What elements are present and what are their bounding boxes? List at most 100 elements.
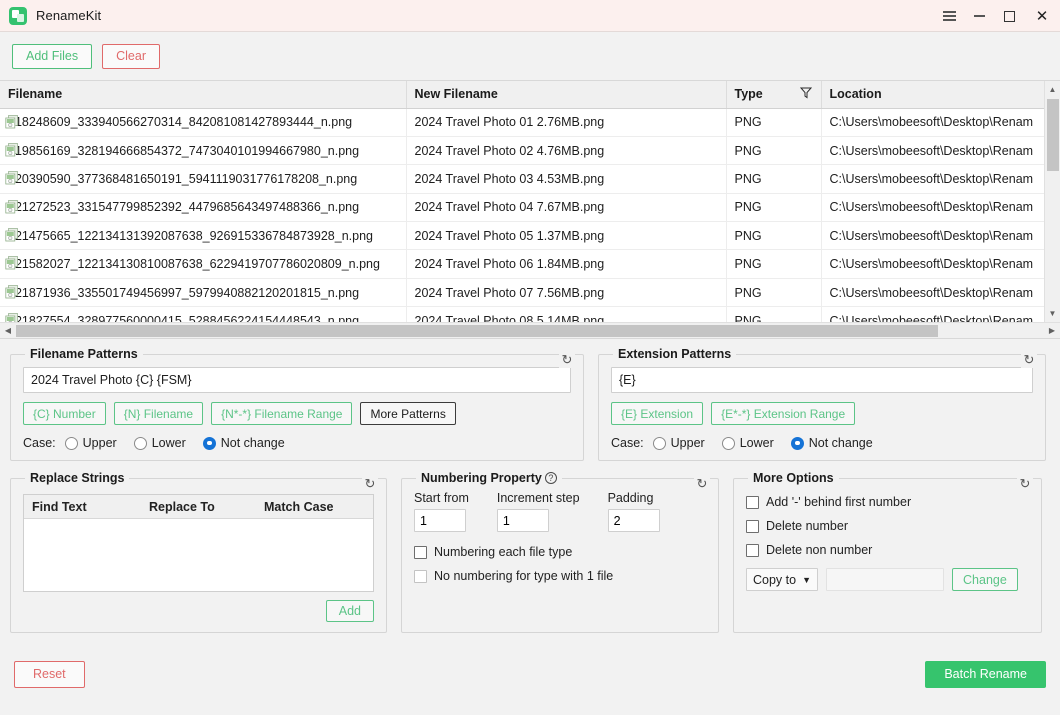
tag-n-filename[interactable]: {N} Filename <box>113 402 204 425</box>
start-from-input[interactable] <box>414 509 466 532</box>
extension-case-upper[interactable]: Upper <box>652 436 705 450</box>
filename-patterns-title: Filename Patterns <box>30 347 138 361</box>
add-replace-button[interactable]: Add <box>325 600 374 622</box>
chevron-down-icon: ▼ <box>802 574 812 585</box>
no-numbering-single-file-row[interactable]: No numbering for type with 1 file <box>414 569 706 583</box>
table-row[interactable]: 420390590_377368481650191_59411190317761… <box>0 164 1045 194</box>
cell-filename: 421272523_331547799852392_44796856434974… <box>0 193 407 223</box>
reset-button[interactable]: Reset <box>14 660 85 688</box>
cell-filename: 420390590_377368481650191_59411190317761… <box>0 164 407 194</box>
batch-rename-button[interactable]: Batch Rename <box>925 660 1046 688</box>
table-row[interactable]: 421272523_331547799852392_44796856434974… <box>0 193 1045 223</box>
image-file-icon <box>5 228 20 243</box>
cell-location: C:\Users\mobeesoft\Desktop\Renam <box>821 164 1045 194</box>
numbering-each-file-type-row[interactable]: Numbering each file type <box>414 545 706 559</box>
scroll-right-icon[interactable]: ▶ <box>1044 326 1060 335</box>
extension-case-lower[interactable]: Lower <box>721 436 774 450</box>
horizontal-scrollbar[interactable]: ◀ ▶ <box>0 322 1060 338</box>
image-file-icon <box>5 284 20 300</box>
cell-new-filename: 2024 Travel Photo 06 1.84MB.png <box>406 249 727 279</box>
maximize-icon <box>1003 10 1015 22</box>
filter-icon[interactable] <box>799 87 812 102</box>
extension-case-label: Case: <box>611 436 644 450</box>
cell-location: C:\Users\mobeesoft\Desktop\Renam <box>821 108 1045 137</box>
radio-icon <box>652 436 666 450</box>
replace-column-find-text: Find Text <box>32 499 87 514</box>
vertical-scroll-thumb[interactable] <box>1046 99 1059 171</box>
padding-field: Padding <box>607 491 660 532</box>
more-options-panel: More Options ↻ Add '-' behind first numb… <box>733 471 1042 633</box>
table-row[interactable]: 418248609_333940566270314_84208108142789… <box>0 108 1045 137</box>
extension-patterns-refresh-icon[interactable]: ↻ <box>1021 352 1037 368</box>
filename-text: 421272523_331547799852392_44796856434974… <box>8 200 360 215</box>
increment-step-field: Increment step <box>496 491 580 532</box>
extension-case-row: Case: Upper Lower Not change <box>611 436 1033 450</box>
table-row[interactable]: 421475665_122134131392087638_92691533678… <box>0 221 1045 251</box>
footer-bar: Reset Batch Rename <box>0 633 1060 715</box>
delete-non-number-row[interactable]: Delete non number <box>746 543 1029 557</box>
vertical-scrollbar[interactable]: ▲ ▼ <box>1044 81 1060 322</box>
cell-new-filename: 2024 Travel Photo 02 4.76MB.png <box>406 136 727 166</box>
table-row[interactable]: 421582027_122134130810087638_62294197077… <box>0 249 1045 279</box>
numbering-refresh-icon[interactable]: ↻ <box>694 476 710 492</box>
tag-extension-range[interactable]: {E*-*} Extension Range <box>711 402 856 425</box>
increment-step-input[interactable] <box>496 509 549 532</box>
tag-e-extension[interactable]: {E} Extension <box>611 402 704 425</box>
copy-to-path-input[interactable] <box>826 568 945 591</box>
column-header-location[interactable]: Location <box>821 81 1045 109</box>
maximize-button[interactable] <box>994 0 1024 32</box>
file-table-header-row: Filename New Filename Type Location <box>0 81 1045 109</box>
copy-to-row: Copy to ▼ Change <box>746 568 1029 591</box>
toolbar: Add Files Clear <box>0 32 1060 80</box>
scroll-left-icon[interactable]: ◀ <box>0 326 16 335</box>
filename-case-lower[interactable]: Lower <box>133 436 186 450</box>
filename-pattern-input[interactable] <box>23 367 571 393</box>
delete-number-row[interactable]: Delete number <box>746 519 1029 533</box>
image-file-icon <box>5 199 20 215</box>
filename-patterns-refresh-icon[interactable]: ↻ <box>559 352 575 368</box>
filename-case-not-change[interactable]: Not change <box>202 436 285 450</box>
table-row[interactable]: 421871936_335501749456997_59799408821202… <box>0 278 1045 308</box>
replace-strings-body[interactable] <box>24 519 373 591</box>
column-header-new-filename[interactable]: New Filename <box>406 81 727 109</box>
table-row[interactable]: 419856169_328194666854372_74730401019946… <box>0 136 1045 166</box>
close-button[interactable]: ✕ <box>1024 0 1060 32</box>
minimize-button[interactable] <box>964 0 994 32</box>
add-dash-label: Add '-' behind first number <box>766 495 912 509</box>
filename-case-upper[interactable]: Upper <box>64 436 117 450</box>
change-button[interactable]: Change <box>952 568 1018 591</box>
logo-doc-b-icon <box>17 13 24 22</box>
extension-case-lower-label: Lower <box>739 436 774 450</box>
radio-selected-icon <box>202 436 216 450</box>
replace-strings-refresh-icon[interactable]: ↻ <box>362 476 378 492</box>
image-file-icon <box>5 114 20 130</box>
column-header-filename[interactable]: Filename <box>0 81 407 109</box>
copy-to-select[interactable]: Copy to ▼ <box>746 568 819 591</box>
add-dash-row[interactable]: Add '-' behind first number <box>746 495 1029 509</box>
extension-case-not-change[interactable]: Not change <box>790 436 873 450</box>
column-header-type[interactable]: Type <box>726 81 822 109</box>
more-options-refresh-icon[interactable]: ↻ <box>1017 476 1033 492</box>
scroll-down-icon[interactable]: ▼ <box>1045 305 1060 322</box>
menu-button[interactable] <box>934 0 964 32</box>
numbering-each-file-type-label: Numbering each file type <box>434 545 573 559</box>
cell-location: C:\Users\mobeesoft\Desktop\Renam <box>821 136 1045 166</box>
cell-new-filename: 2024 Travel Photo 07 7.56MB.png <box>406 278 727 308</box>
column-header-type-label: Type <box>734 87 763 102</box>
tag-filename-range[interactable]: {N*-*} Filename Range <box>211 402 353 425</box>
cell-new-filename: 2024 Travel Photo 03 4.53MB.png <box>406 164 727 194</box>
horizontal-scroll-thumb[interactable] <box>16 324 938 337</box>
extension-case-upper-label: Upper <box>670 436 705 450</box>
tag-c-number[interactable]: {C} Number <box>23 402 106 425</box>
numbering-property-title: Numbering Property? <box>416 471 562 485</box>
clear-button[interactable]: Clear <box>102 43 160 69</box>
scroll-up-icon[interactable]: ▲ <box>1045 81 1060 98</box>
start-from-field: Start from <box>414 491 469 532</box>
file-table-header: Filename New Filename Type Location <box>0 81 1045 109</box>
padding-input[interactable] <box>607 509 660 532</box>
extension-pattern-input[interactable] <box>611 367 1033 393</box>
more-patterns-button[interactable]: More Patterns <box>360 402 456 425</box>
add-files-button[interactable]: Add Files <box>12 43 93 69</box>
help-icon[interactable]: ? <box>544 472 557 484</box>
more-options-title: More Options <box>753 471 834 485</box>
